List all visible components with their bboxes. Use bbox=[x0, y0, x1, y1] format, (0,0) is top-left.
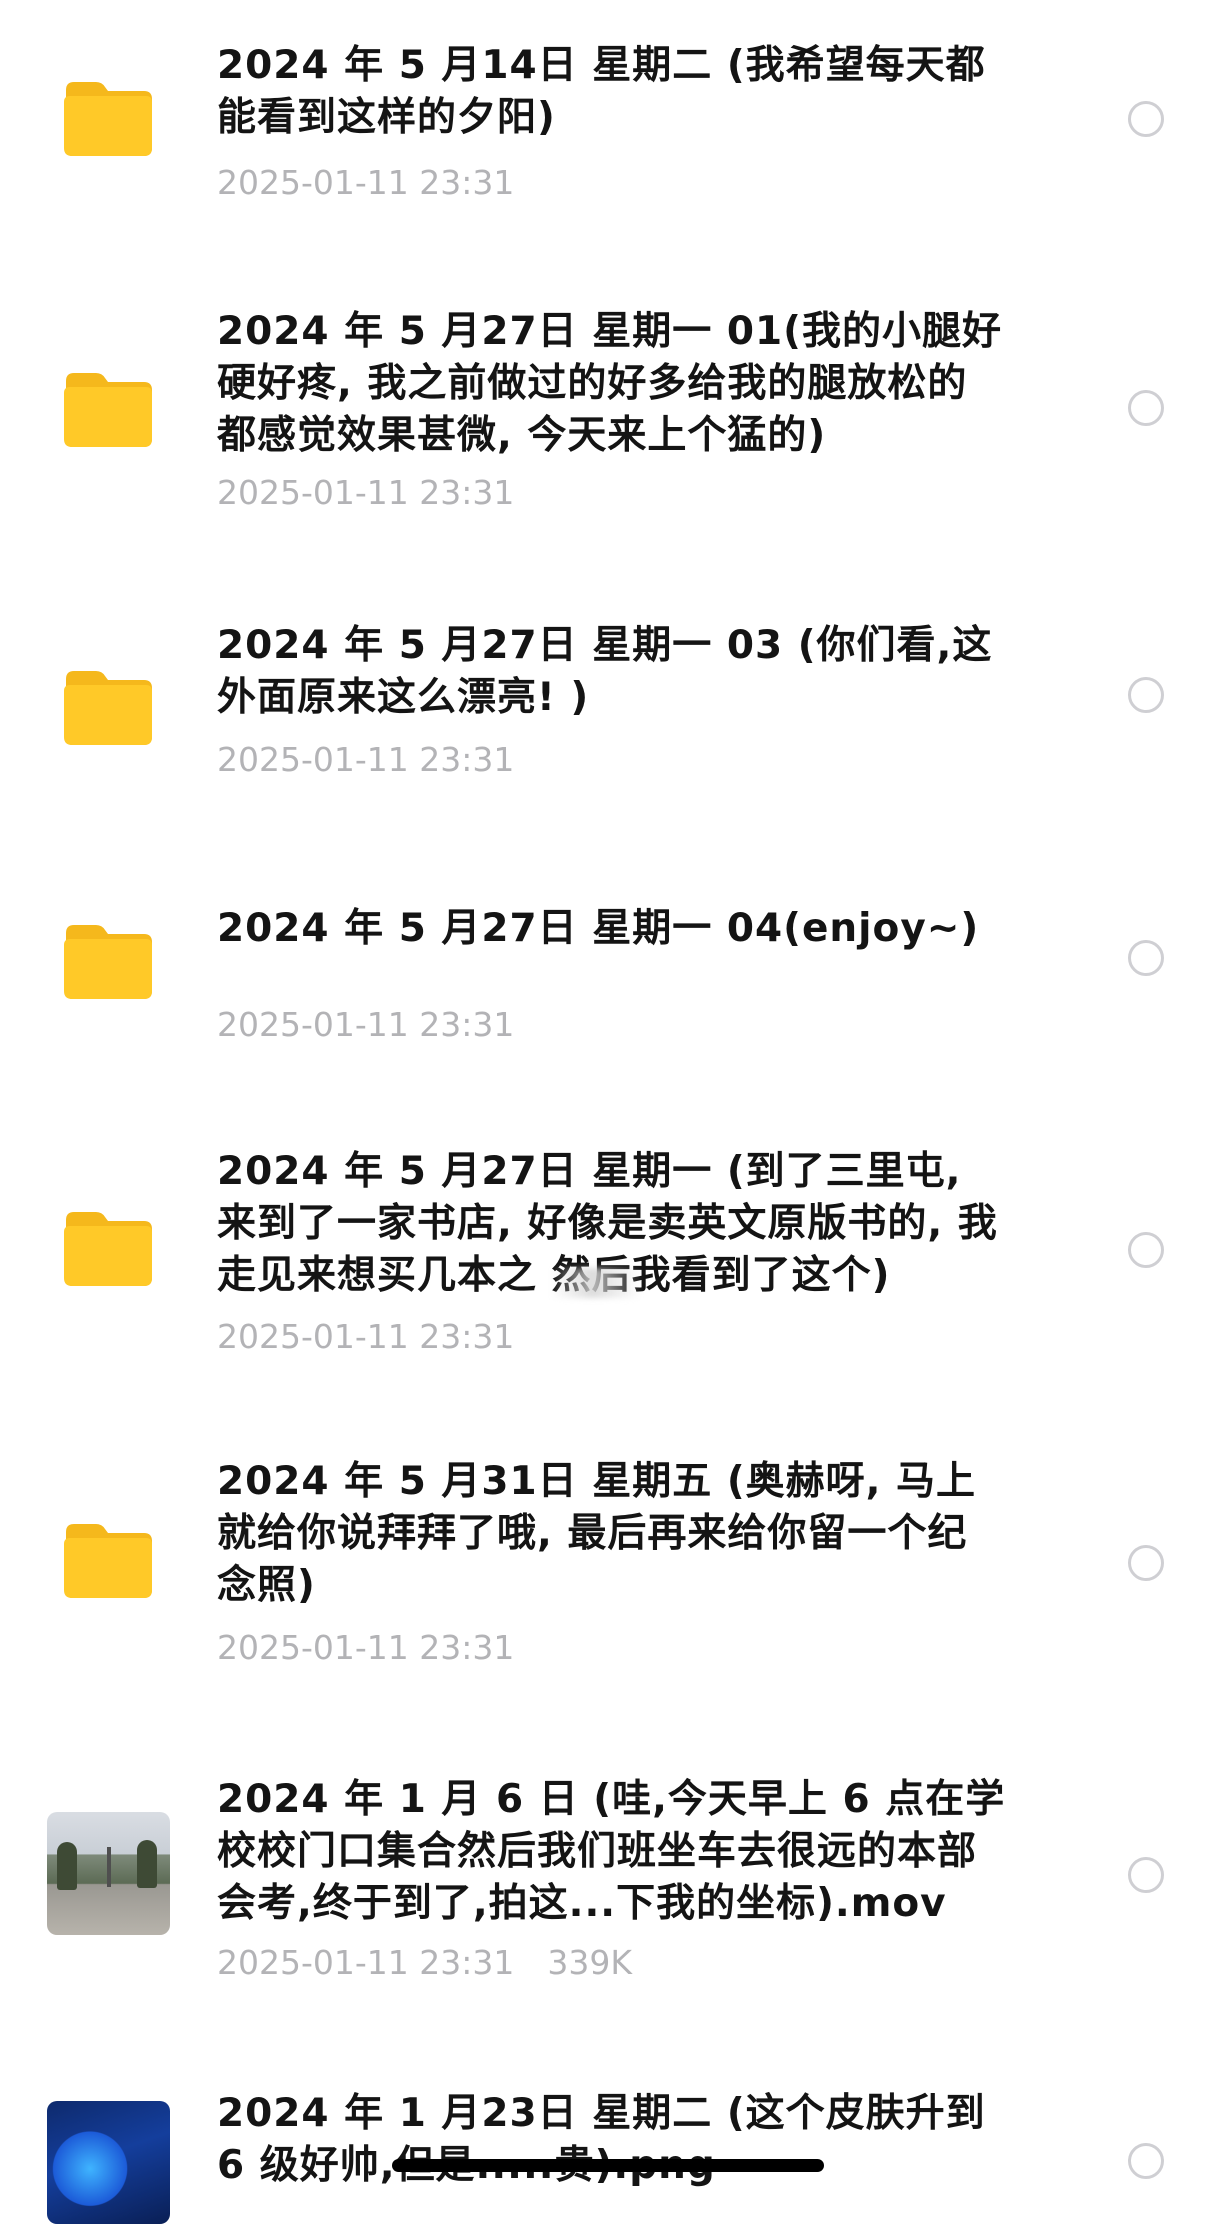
file-meta: 2025-01-11 23:31 bbox=[217, 1317, 514, 1357]
select-radio[interactable] bbox=[1128, 2143, 1164, 2179]
file-date: 2025-01-11 23:31 bbox=[217, 1628, 515, 1667]
folder-icon bbox=[62, 1208, 154, 1288]
select-radio[interactable] bbox=[1128, 101, 1164, 137]
file-meta: 2025-01-11 23:31 bbox=[217, 163, 514, 203]
blurred-text-patch bbox=[552, 1268, 642, 1298]
video-thumbnail bbox=[47, 1812, 170, 1935]
file-row[interactable]: 2024 年 5 月27日 星期一 (到了三里屯, 来到了一家书店, 好像是卖英… bbox=[0, 1110, 1206, 1420]
file-date: 2025-01-11 23:31 bbox=[217, 473, 515, 512]
file-date: 2025-01-11 23:31 bbox=[217, 1943, 515, 1982]
file-title: 2024 年 5 月27日 星期一 03 (你们看,这外面原来这么漂亮! ) bbox=[217, 623, 993, 720]
folder-icon bbox=[62, 921, 154, 1001]
file-row[interactable]: 2024 年 5 月31日 星期五 (奥赫呀, 马上就给你说拜拜了哦, 最后再来… bbox=[0, 1420, 1206, 1750]
file-title: 2024 年 1 月 6 日 (哇,今天早上 6 点在学校校门口集合然后我们班坐… bbox=[217, 1777, 1006, 1926]
file-size: 339K bbox=[547, 1943, 633, 1982]
tree-shape bbox=[57, 1842, 77, 1890]
select-radio[interactable] bbox=[1128, 1545, 1164, 1581]
file-row[interactable]: 2024 年 5 月27日 星期一 01(我的小腿好硬好疼, 我之前做过的好多给… bbox=[0, 280, 1206, 580]
file-date: 2025-01-11 23:31 bbox=[217, 740, 515, 779]
file-meta: 2025-01-11 23:31 339K bbox=[217, 1943, 632, 1983]
tree-shape bbox=[137, 1840, 157, 1888]
select-radio[interactable] bbox=[1128, 1857, 1164, 1893]
select-radio[interactable] bbox=[1128, 390, 1164, 426]
file-row[interactable]: 2024 年 5 月27日 星期一 04(enjoy~) 2025-01-11 … bbox=[0, 860, 1206, 1110]
file-title: 2024 年 5 月31日 星期五 (奥赫呀, 马上就给你说拜拜了哦, 最后再来… bbox=[217, 1459, 977, 1608]
select-radio[interactable] bbox=[1128, 1232, 1164, 1268]
file-title: 2024 年 5 月14日 星期二 (我希望每天都能看到这样的夕阳) bbox=[217, 43, 986, 140]
lamp-post-shape bbox=[107, 1847, 111, 1887]
file-meta: 2025-01-11 23:31 bbox=[217, 1628, 514, 1668]
folder-icon bbox=[62, 78, 154, 158]
image-thumbnail bbox=[47, 2101, 170, 2224]
file-date: 2025-01-11 23:31 bbox=[217, 1317, 515, 1356]
file-row[interactable]: 2024 年 5 月14日 星期二 (我希望每天都能看到这样的夕阳) 2025-… bbox=[0, 0, 1206, 280]
select-radio[interactable] bbox=[1128, 940, 1164, 976]
folder-icon bbox=[62, 667, 154, 747]
folder-icon bbox=[62, 369, 154, 449]
folder-icon bbox=[62, 1520, 154, 1600]
file-date: 2025-01-11 23:31 bbox=[217, 163, 515, 202]
file-date: 2025-01-11 23:31 bbox=[217, 1005, 515, 1044]
file-title: 2024 年 5 月27日 星期一 04(enjoy~) bbox=[217, 906, 980, 951]
file-title: 2024 年 5 月27日 星期一 01(我的小腿好硬好疼, 我之前做过的好多给… bbox=[217, 309, 1002, 458]
file-meta: 2025-01-11 23:31 bbox=[217, 1005, 514, 1045]
file-meta: 2025-01-11 23:31 bbox=[217, 473, 514, 513]
home-indicator[interactable] bbox=[392, 2159, 824, 2172]
file-title: 2024 年 1 月23日 星期二 (这个皮肤升到 6 级好帅,但是.....贵… bbox=[217, 2091, 986, 2188]
file-row[interactable]: 2024 年 5 月27日 星期一 03 (你们看,这外面原来这么漂亮! ) 2… bbox=[0, 580, 1206, 860]
select-radio[interactable] bbox=[1128, 677, 1164, 713]
file-row[interactable]: 2024 年 1 月 6 日 (哇,今天早上 6 点在学校校门口集合然后我们班坐… bbox=[0, 1750, 1206, 2080]
file-meta: 2025-01-11 23:31 bbox=[217, 740, 514, 780]
